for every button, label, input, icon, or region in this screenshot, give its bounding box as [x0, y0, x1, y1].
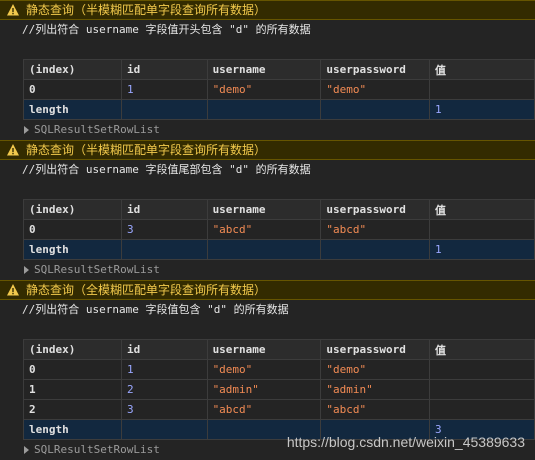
column-header[interactable]: id	[121, 339, 208, 360]
username-cell: "admin"	[206, 379, 322, 400]
length-value: 1	[428, 239, 535, 260]
console-log-comment: //列出符合 username 字段值包含 "d" 的所有数据	[22, 303, 289, 316]
id-cell: 3	[121, 219, 208, 240]
warning-text: 静态查询（全模糊匹配单字段查询所有数据）	[26, 283, 267, 297]
length-value: 1	[428, 99, 535, 120]
triangle-right-icon	[24, 446, 29, 454]
column-header[interactable]: id	[121, 59, 208, 80]
expand-toggle[interactable]: SQLResultSetRowList	[0, 120, 535, 140]
watermark: https://blog.csdn.net/weixin_45389633	[286, 434, 525, 450]
length-row: length 1	[22, 239, 535, 260]
console-panel: 静态查询（半模糊匹配单字段查询所有数据） //列出符合 username 字段值开…	[0, 0, 535, 460]
expand-toggle[interactable]: SQLResultSetRowList	[0, 260, 535, 280]
column-header[interactable]: userpassword	[320, 199, 430, 220]
warning-text: 静态查询（半模糊匹配单字段查询所有数据）	[26, 143, 267, 157]
userpassword-cell: "abcd"	[320, 399, 430, 420]
table-header-row: (index) id username userpassword 值	[22, 199, 535, 220]
table-row: 1 2 "admin" "admin"	[22, 379, 535, 400]
column-header[interactable]: (index)	[22, 199, 123, 220]
result-table: (index) id username userpassword 值 0 3 "abcd" "a…	[22, 199, 535, 260]
result-table: (index) id username userpassword 值 0 1 "demo" "d…	[22, 339, 535, 440]
console-log-comment: //列出符合 username 字段值开头包含 "d" 的所有数据	[22, 23, 311, 36]
id-cell: 2	[121, 379, 208, 400]
value-cell	[428, 219, 535, 240]
column-header[interactable]: username	[206, 339, 322, 360]
result-table: (index) id username userpassword 值 0 1 "demo" "d…	[22, 59, 535, 120]
length-row: length 1	[22, 99, 535, 120]
table-header-row: (index) id username userpassword 值	[22, 59, 535, 80]
username-cell: "abcd"	[206, 399, 322, 420]
index-cell: 0	[22, 359, 123, 380]
userpassword-cell: "demo"	[320, 79, 430, 100]
length-label: length	[22, 99, 123, 120]
console-block: 静态查询（半模糊匹配单字段查询所有数据） //列出符合 username 字段值尾…	[0, 140, 535, 280]
triangle-right-icon	[24, 126, 29, 134]
column-header[interactable]: id	[121, 199, 208, 220]
console-warning: 静态查询（全模糊匹配单字段查询所有数据）	[0, 280, 535, 300]
column-header[interactable]: username	[206, 59, 322, 80]
console-log-comment: //列出符合 username 字段值尾部包含 "d" 的所有数据	[22, 163, 311, 176]
value-cell	[428, 379, 535, 400]
column-header[interactable]: userpassword	[320, 339, 430, 360]
console-block: 静态查询（半模糊匹配单字段查询所有数据） //列出符合 username 字段值开…	[0, 0, 535, 140]
column-header[interactable]: 值	[428, 199, 535, 220]
id-cell: 3	[121, 399, 208, 420]
warning-text: 静态查询（半模糊匹配单字段查询所有数据）	[26, 3, 267, 17]
length-label: length	[22, 419, 123, 440]
id-cell: 1	[121, 359, 208, 380]
value-cell	[428, 399, 535, 420]
index-cell: 0	[22, 79, 123, 100]
userpassword-cell: "abcd"	[320, 219, 430, 240]
length-label: length	[22, 239, 123, 260]
warning-icon	[6, 283, 20, 297]
table-row: 2 3 "abcd" "abcd"	[22, 399, 535, 420]
index-cell: 1	[22, 379, 123, 400]
value-cell	[428, 359, 535, 380]
table-row: 0 1 "demo" "demo"	[22, 359, 535, 380]
console-warning: 静态查询（半模糊匹配单字段查询所有数据）	[0, 140, 535, 160]
column-header[interactable]: 值	[428, 59, 535, 80]
console-warning: 静态查询（半模糊匹配单字段查询所有数据）	[0, 0, 535, 20]
warning-icon	[6, 143, 20, 157]
column-header[interactable]: username	[206, 199, 322, 220]
userpassword-cell: "demo"	[320, 359, 430, 380]
index-cell: 0	[22, 219, 123, 240]
column-header[interactable]: (index)	[22, 59, 123, 80]
table-header-row: (index) id username userpassword 值	[22, 339, 535, 360]
index-cell: 2	[22, 399, 123, 420]
id-cell: 1	[121, 79, 208, 100]
username-cell: "abcd"	[206, 219, 322, 240]
column-header[interactable]: userpassword	[320, 59, 430, 80]
table-row: 0 3 "abcd" "abcd"	[22, 219, 535, 240]
console-block: 静态查询（全模糊匹配单字段查询所有数据） //列出符合 username 字段值包…	[0, 280, 535, 460]
username-cell: "demo"	[206, 359, 322, 380]
username-cell: "demo"	[206, 79, 322, 100]
column-header[interactable]: 值	[428, 339, 535, 360]
value-cell	[428, 79, 535, 100]
table-row: 0 1 "demo" "demo"	[22, 79, 535, 100]
object-type-label: SQLResultSetRowList	[34, 263, 160, 276]
object-type-label: SQLResultSetRowList	[34, 123, 160, 136]
object-type-label: SQLResultSetRowList	[34, 443, 160, 456]
triangle-right-icon	[24, 266, 29, 274]
userpassword-cell: "admin"	[320, 379, 430, 400]
column-header[interactable]: (index)	[22, 339, 123, 360]
warning-icon	[6, 3, 20, 17]
